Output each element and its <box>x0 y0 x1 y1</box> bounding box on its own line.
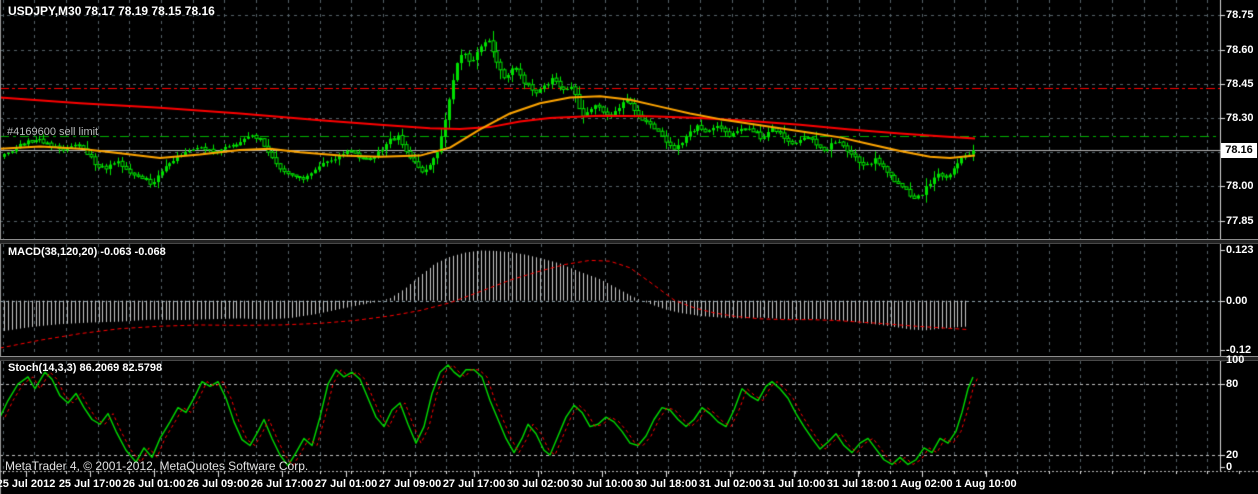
stoch-indicator-label: Stoch(14,3,3) 86.2069 82.5798 <box>8 362 163 374</box>
time-tick-label: 27 Jul 01:00 <box>314 478 378 490</box>
time-tick-label: 30 Jul 18:00 <box>634 478 698 490</box>
time-tick-label: 1 Aug 10:00 <box>955 478 1017 490</box>
time-tick-label: 26 Jul 01:00 <box>122 478 186 490</box>
time-tick-label: 25 Jul 2012 <box>0 478 56 490</box>
stoch-tick-label: 100 <box>1226 354 1245 366</box>
time-axis[interactable]: 25 Jul 2012 25 Jul 17:00 26 Jul 01:00 26 Ju… <box>0 471 1258 494</box>
price-tick-label: 78.00 <box>1226 180 1254 192</box>
time-tick-label: 26 Jul 17:00 <box>250 478 314 490</box>
mt4-chart-window: USDJPY,M30 78.17 78.19 78.15 78.16 #4169… <box>0 0 1258 494</box>
time-tick-label: 30 Jul 02:00 <box>506 478 570 490</box>
price-tick-label: 78.60 <box>1226 44 1254 56</box>
macd-tick-label: 0.123 <box>1226 244 1254 256</box>
time-tick-label: 1 Aug 02:00 <box>891 478 953 490</box>
chart-title: USDJPY,M30 78.17 78.19 78.15 78.16 <box>8 4 215 18</box>
order-sell-limit-label: #4169600 sell limit <box>7 126 99 138</box>
price-tick-label: 78.45 <box>1226 78 1254 90</box>
time-tick-label: 27 Jul 09:00 <box>378 478 442 490</box>
time-tick-label: 30 Jul 10:00 <box>570 478 634 490</box>
macd-indicator-label: MACD(38,120,20) -0.063 -0.068 <box>8 246 166 258</box>
time-tick-label: 31 Jul 10:00 <box>762 478 826 490</box>
macd-tick-label: 0.00 <box>1226 295 1248 307</box>
time-tick-label: 31 Jul 18:00 <box>826 478 890 490</box>
panel-splitter-stoch[interactable] <box>0 356 1258 361</box>
time-tick-label: 25 Jul 17:00 <box>58 478 122 490</box>
stoch-tick-label: 20 <box>1226 449 1239 461</box>
price-tick-label: 77.85 <box>1226 215 1254 227</box>
time-tick-label: 26 Jul 09:00 <box>186 478 250 490</box>
panel-splitter-macd[interactable] <box>0 239 1258 244</box>
current-price-tag: 78.16 <box>1221 143 1257 158</box>
price-tick-label: 78.30 <box>1226 112 1254 124</box>
time-tick-label: 27 Jul 17:00 <box>442 478 506 490</box>
price-axis[interactable]: 78.75 78.60 78.45 78.30 78.00 77.85 0.123 0.00-… <box>1221 0 1258 473</box>
chart-canvas[interactable] <box>0 0 1258 494</box>
stoch-tick-label: 80 <box>1226 378 1239 390</box>
time-tick-label: 31 Jul 02:00 <box>698 478 762 490</box>
price-tick-label: 78.75 <box>1226 9 1254 21</box>
